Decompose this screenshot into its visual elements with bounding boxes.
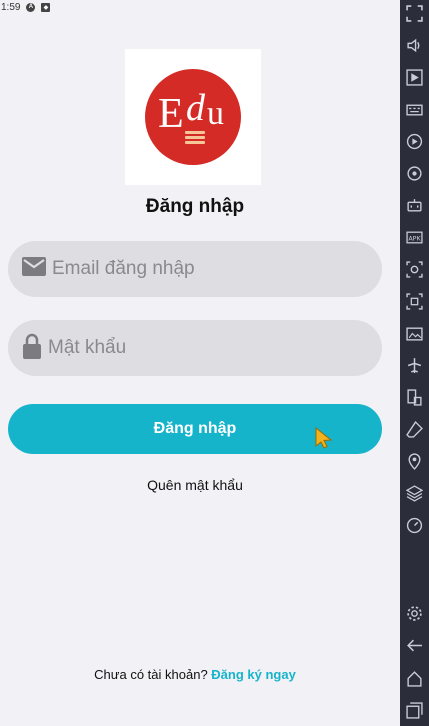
eraser-icon[interactable] bbox=[406, 421, 423, 438]
email-field[interactable] bbox=[8, 241, 382, 297]
logo-circle: E d u bbox=[145, 69, 241, 165]
speed-icon[interactable] bbox=[406, 517, 423, 534]
mouse-cursor-icon bbox=[315, 426, 333, 454]
keyboard-icon[interactable] bbox=[406, 101, 423, 118]
logo-letter-d: d bbox=[186, 87, 205, 129]
status-time: 1:59 bbox=[1, 1, 21, 13]
page-title: Đăng nhập bbox=[145, 196, 245, 217]
books-icon bbox=[185, 131, 205, 146]
home-icon[interactable] bbox=[406, 670, 423, 687]
shake-icon[interactable] bbox=[406, 389, 423, 406]
settings-icon[interactable] bbox=[406, 605, 423, 622]
status-bar: 1:59 A ◆ bbox=[0, 0, 400, 14]
emulator-toolbar: APK bbox=[400, 0, 429, 726]
folder-icon[interactable] bbox=[406, 325, 423, 342]
signup-row: Chưa có tài khoản? Đăng ký ngay bbox=[0, 667, 390, 682]
airplane-icon[interactable] bbox=[406, 357, 423, 374]
back-icon[interactable] bbox=[406, 637, 423, 654]
shield-icon: ◆ bbox=[41, 2, 51, 12]
fullscreen-icon[interactable] bbox=[406, 5, 423, 22]
app-logo: E d u bbox=[125, 49, 261, 185]
mail-icon bbox=[22, 256, 46, 282]
location-icon[interactable] bbox=[406, 453, 423, 470]
svg-text:APK: APK bbox=[408, 235, 421, 243]
phone-screen: 1:59 A ◆ E d u Đăng nhập Đăng nhập Quên … bbox=[0, 0, 400, 726]
logo-letter-u: u bbox=[207, 95, 224, 132]
lock-icon bbox=[22, 333, 42, 364]
volume-icon[interactable] bbox=[406, 37, 423, 54]
recent-apps-icon[interactable] bbox=[406, 702, 423, 719]
cursor-play-icon[interactable] bbox=[406, 69, 423, 86]
record-icon[interactable] bbox=[406, 133, 423, 150]
resize-icon[interactable] bbox=[406, 293, 423, 310]
password-input[interactable] bbox=[48, 337, 368, 359]
screenshot-icon[interactable] bbox=[406, 261, 423, 278]
email-input[interactable] bbox=[52, 258, 372, 280]
password-field[interactable] bbox=[8, 320, 382, 376]
a-icon: A bbox=[26, 2, 36, 12]
apk-icon[interactable]: APK bbox=[406, 229, 423, 246]
robot-icon[interactable] bbox=[406, 197, 423, 214]
signup-link[interactable]: Đăng ký ngay bbox=[211, 667, 296, 682]
layers-icon[interactable] bbox=[406, 485, 423, 502]
logo-letter-e: E bbox=[158, 91, 184, 137]
sync-icon[interactable] bbox=[406, 165, 423, 182]
forgot-password-link[interactable]: Quên mật khẩu bbox=[0, 477, 390, 493]
signup-question: Chưa có tài khoản? bbox=[94, 667, 212, 682]
